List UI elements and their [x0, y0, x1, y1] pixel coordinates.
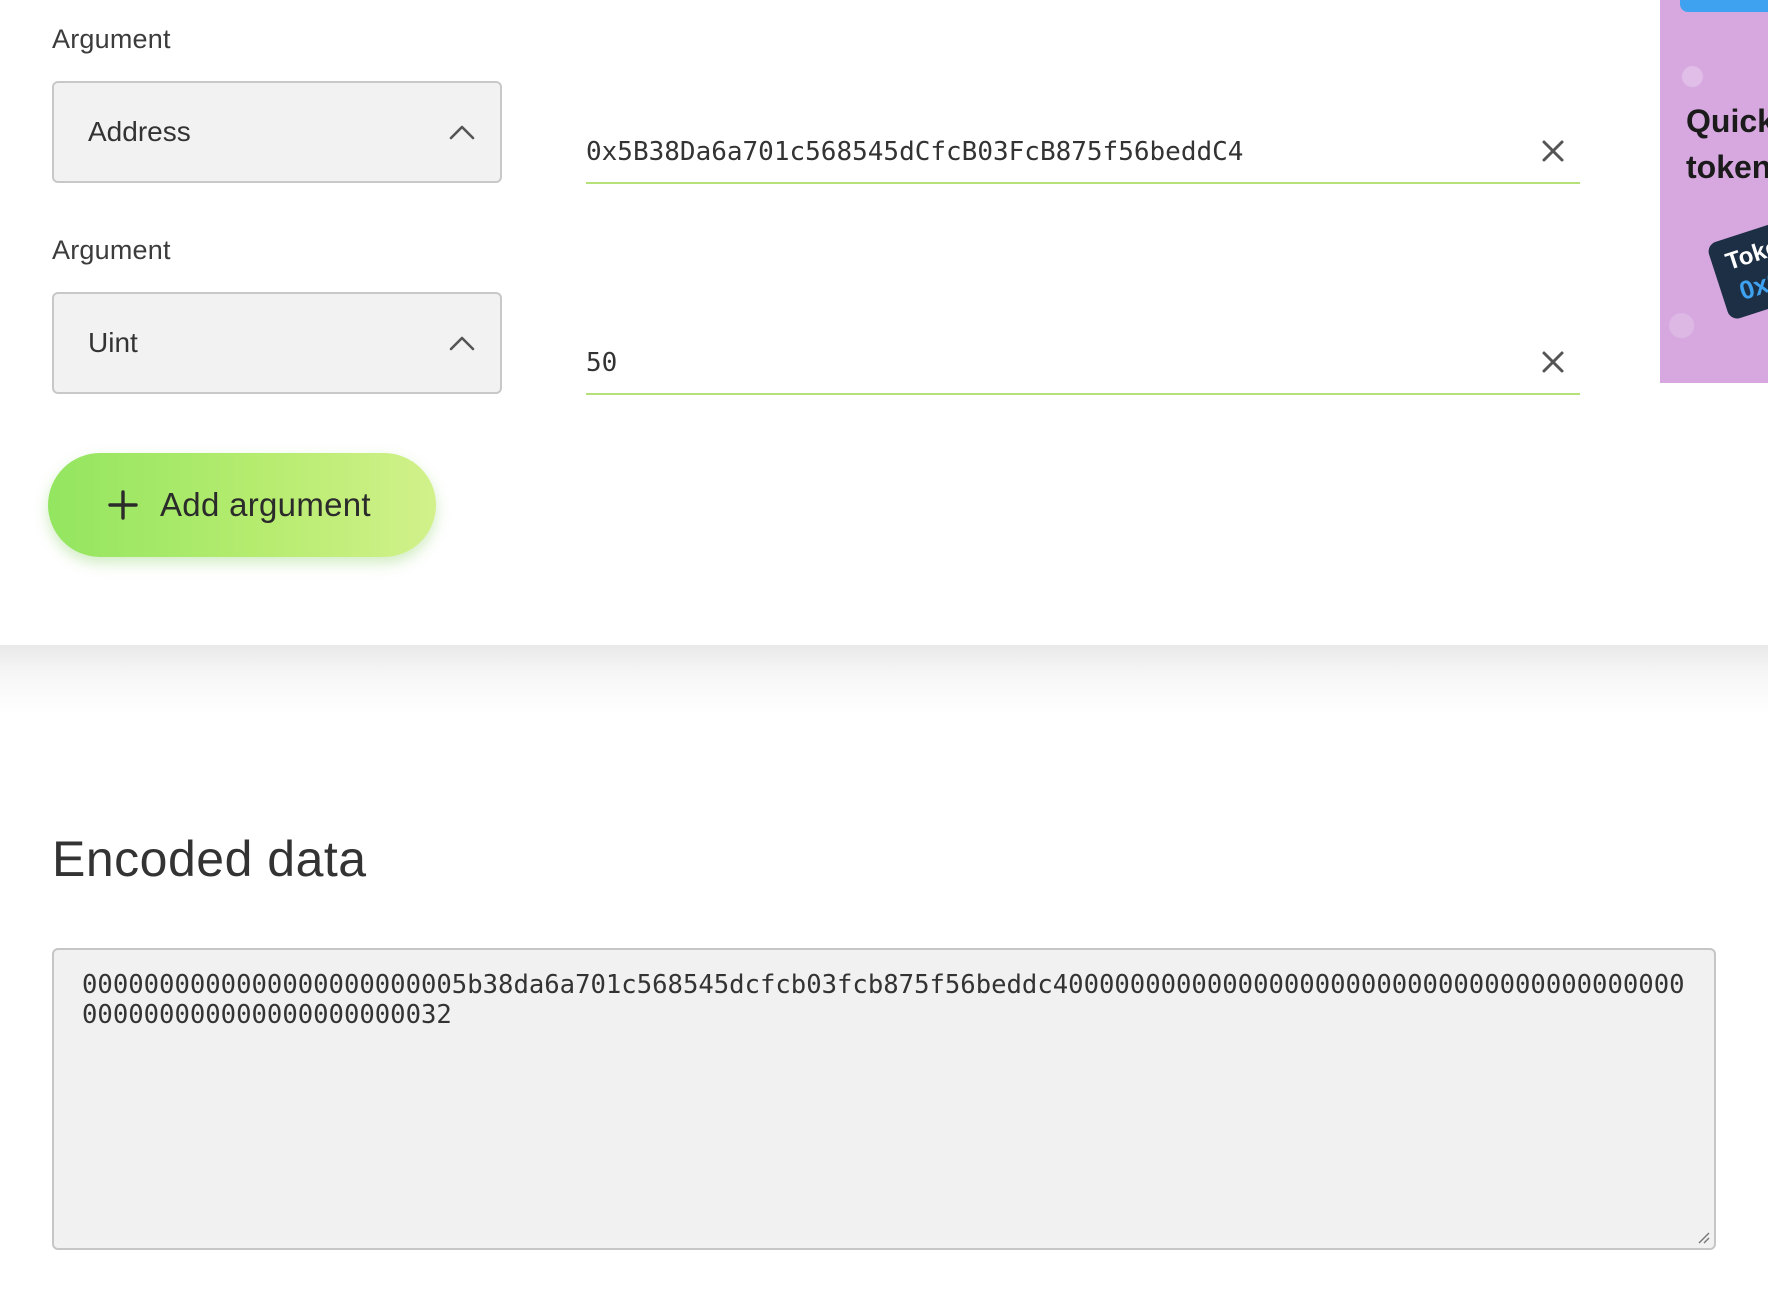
close-icon[interactable]	[1538, 136, 1568, 166]
argument-type-select[interactable]: Address	[52, 81, 502, 183]
encoded-data-box: 0000000000000000000000005b38da6a701c5685…	[52, 948, 1716, 1250]
arguments-section: Argument Address Argument Uint Add	[0, 0, 1768, 645]
chevron-up-icon	[449, 336, 475, 351]
argument-label: Argument	[52, 24, 171, 54]
argument-value-field	[586, 124, 1580, 184]
ad-headline-line2: token	[1686, 149, 1768, 185]
ad-token-card: Toke 0x0	[1706, 207, 1768, 322]
argument-value-field	[586, 335, 1580, 395]
close-icon[interactable]	[1538, 347, 1568, 377]
argument-type-value: Uint	[88, 327, 138, 358]
plus-icon	[108, 490, 138, 520]
argument-label: Argument	[52, 235, 171, 265]
section-divider	[0, 645, 1768, 715]
argument-value-input[interactable]	[586, 335, 1486, 391]
argument-value-input[interactable]	[586, 124, 1486, 180]
chevron-up-icon	[449, 125, 475, 140]
argument-type-select[interactable]: Uint	[52, 292, 502, 394]
ad-banner[interactable]: Quick token Toke 0x0	[1660, 0, 1768, 383]
resize-grip-icon[interactable]	[1694, 1228, 1710, 1244]
add-argument-button[interactable]: Add argument	[48, 453, 436, 557]
ad-top-bar	[1680, 0, 1768, 12]
ad-headline: Quick token	[1686, 98, 1768, 190]
ad-headline-line1: Quick	[1686, 103, 1768, 139]
encoded-data-title: Encoded data	[52, 831, 367, 887]
argument-type-value: Address	[88, 116, 191, 147]
add-argument-label: Add argument	[160, 486, 371, 523]
encoded-data-output[interactable]: 0000000000000000000000005b38da6a701c5685…	[54, 950, 1714, 1248]
